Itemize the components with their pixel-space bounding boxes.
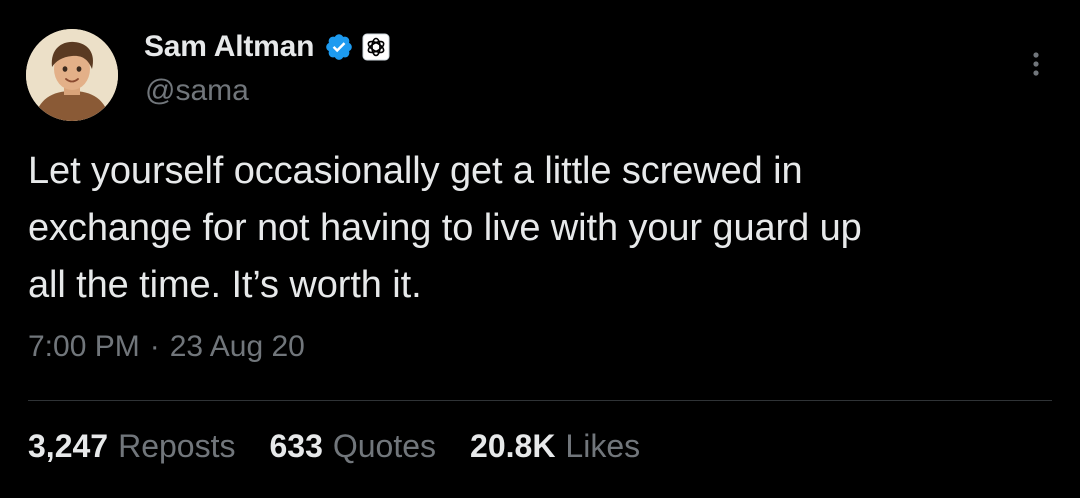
tweet-timestamp[interactable]: 7:00 PM · 23 Aug 20 xyxy=(28,330,305,364)
reposts-label: Reposts xyxy=(118,428,236,464)
author-handle[interactable]: @sama xyxy=(145,74,249,108)
likes-count: 20.8K xyxy=(470,428,556,464)
openai-logo-icon[interactable] xyxy=(362,33,390,61)
tweet-date[interactable]: 23 Aug 20 xyxy=(170,330,305,364)
quotes-stat[interactable]: 633 Quotes xyxy=(269,428,436,465)
more-options-button[interactable] xyxy=(1018,46,1054,82)
tweet-card: Sam Altman @sama Let yourself occasional… xyxy=(0,0,1080,498)
tweet-text: Let yourself occasionally get a little s… xyxy=(28,150,862,306)
author-display-name[interactable]: Sam Altman xyxy=(144,30,314,64)
verified-badge-icon[interactable] xyxy=(324,32,354,62)
reposts-stat[interactable]: 3,247 Reposts xyxy=(28,428,235,465)
likes-label: Likes xyxy=(565,428,641,464)
quotes-label: Quotes xyxy=(332,428,437,464)
divider xyxy=(28,400,1052,401)
meta-separator: · xyxy=(149,330,160,363)
reposts-count: 3,247 xyxy=(28,428,109,464)
tweet-time[interactable]: 7:00 PM xyxy=(28,330,140,364)
likes-stat[interactable]: 20.8K Likes xyxy=(470,428,640,465)
avatar-illustration-icon xyxy=(26,29,118,121)
more-vertical-icon xyxy=(1033,52,1039,76)
quotes-count: 633 xyxy=(269,428,323,464)
author-name-row: Sam Altman xyxy=(144,27,390,67)
engagement-stats: 3,247 Reposts 633 Quotes 20.8K Likes xyxy=(28,428,674,465)
avatar[interactable] xyxy=(26,29,118,121)
